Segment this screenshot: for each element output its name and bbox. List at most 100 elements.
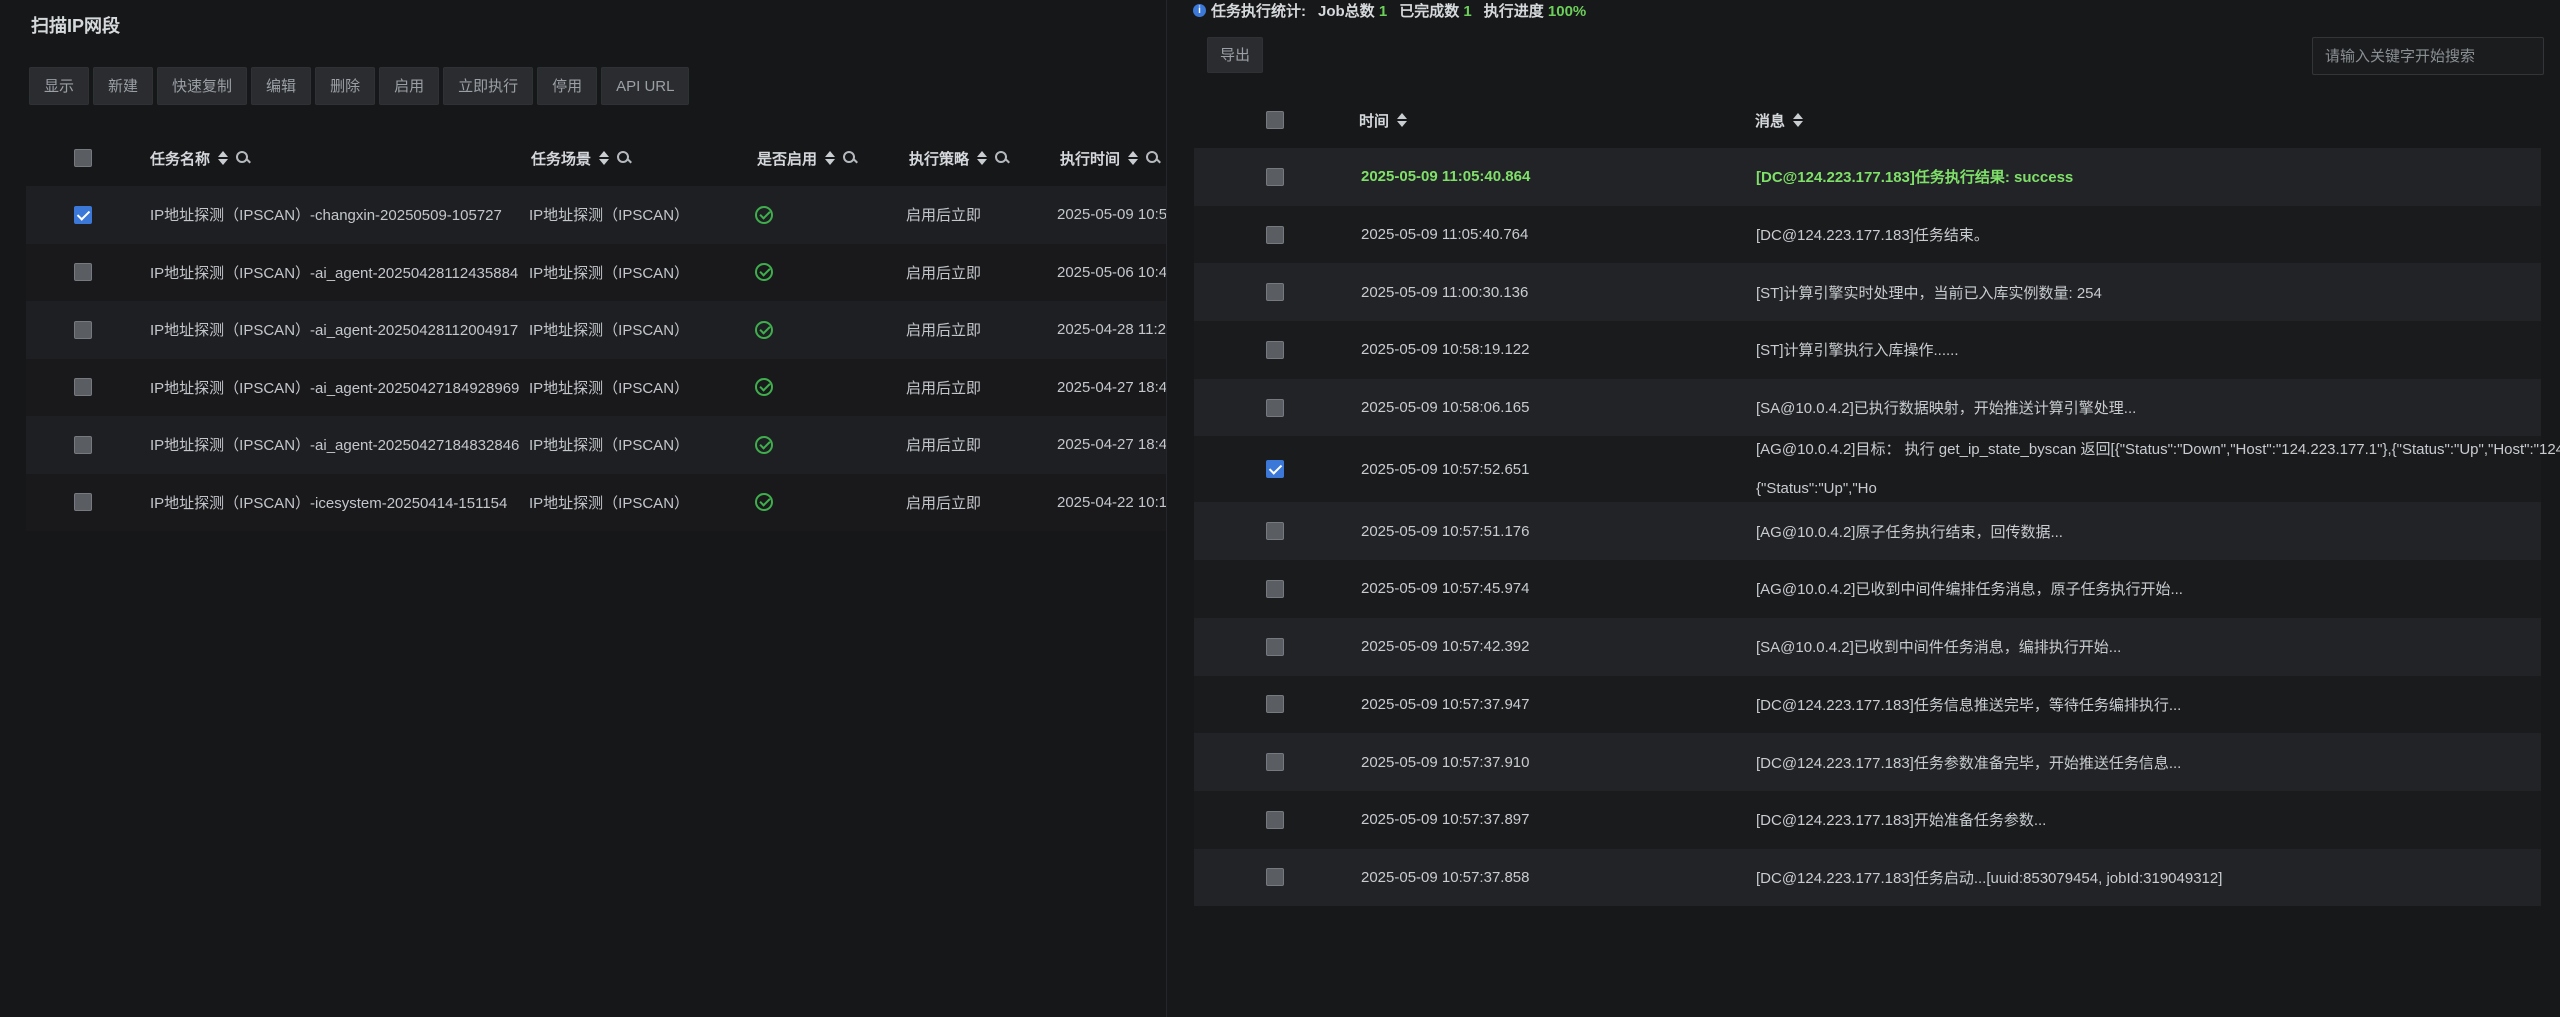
log-row[interactable]: 2025-05-09 10:58:19.122 [ST]计算引擎执行入库操作..… (1194, 321, 2541, 379)
select-all-checkbox[interactable] (1266, 111, 1284, 129)
row-checkbox[interactable] (1266, 398, 1284, 417)
sort-icon[interactable] (1128, 151, 1139, 165)
table-row[interactable]: IP地址探测（IPSCAN）-ai_agent-2025042718483284… (26, 416, 1166, 474)
log-message: [ST]计算引擎执行入库操作...... (1756, 342, 1959, 360)
row-checkbox[interactable] (1266, 340, 1284, 359)
task-strategy: 启用后立即 (906, 207, 982, 225)
task-name: IP地址探测（IPSCAN）-ai_agent-2025042811200491… (150, 322, 519, 340)
column-header-message[interactable]: 消息 (1755, 110, 1785, 131)
task-scene: IP地址探测（IPSCAN） (529, 322, 690, 340)
log-message: [ST]计算引擎实时处理中，当前已入库实例数量: 254 (1756, 284, 2102, 302)
search-icon[interactable] (236, 151, 250, 165)
sort-icon[interactable] (1793, 113, 1804, 127)
delete-button[interactable]: 删除 (315, 67, 376, 105)
job-total-label: Job总数 (1318, 2, 1375, 20)
log-time: 2025-05-09 11:05:40.864 (1361, 168, 1531, 186)
log-row[interactable]: 2025-05-09 10:57:37.897 [DC@124.223.177.… (1194, 790, 2541, 849)
new-button[interactable]: 新建 (93, 67, 154, 105)
log-row[interactable]: 2025-05-09 10:57:37.858 [DC@124.223.177.… (1194, 848, 2541, 907)
log-row[interactable]: 2025-05-09 11:05:40.764 [DC@124.223.177.… (1194, 205, 2541, 264)
row-checkbox[interactable] (1266, 283, 1284, 302)
column-header-name[interactable]: 任务名称 (150, 148, 210, 169)
select-all-checkbox[interactable] (74, 149, 92, 167)
log-message: [AG@10.0.4.2]已收到中间件编排任务消息，原子任务执行开始... (1756, 581, 2183, 599)
check-circle-icon (755, 205, 773, 224)
log-message: [SA@10.0.4.2]已执行数据映射，开始推送计算引擎处理... (1756, 400, 2137, 418)
check-circle-icon (755, 435, 773, 454)
column-header-time[interactable]: 执行时间 (1060, 148, 1120, 169)
show-button[interactable]: 显示 (29, 67, 90, 105)
log-row[interactable]: 2025-05-09 10:57:45.974 [AG@10.0.4.2]已收到… (1194, 560, 2541, 618)
search-input[interactable] (2312, 37, 2544, 75)
row-checkbox[interactable] (1266, 579, 1284, 598)
log-message: [DC@124.223.177.183]任务参数准备完毕，开始推送任务信息... (1756, 754, 2182, 772)
column-header-enabled[interactable]: 是否启用 (757, 148, 817, 169)
row-checkbox[interactable] (1266, 695, 1284, 714)
sort-icon[interactable] (1397, 113, 1408, 127)
row-checkbox[interactable] (1266, 522, 1284, 541)
row-checkbox[interactable] (1266, 460, 1284, 479)
log-time: 2025-05-09 10:57:42.392 (1361, 638, 1530, 656)
row-checkbox[interactable] (74, 435, 92, 454)
row-checkbox[interactable] (1266, 810, 1284, 829)
task-scene: IP地址探测（IPSCAN） (529, 437, 690, 455)
run-now-button[interactable]: 立即执行 (443, 67, 534, 105)
log-row[interactable]: 2025-05-09 11:05:40.864 [DC@124.223.177.… (1194, 148, 2541, 206)
row-checkbox[interactable] (1266, 637, 1284, 656)
search-icon[interactable] (617, 151, 631, 165)
row-checkbox[interactable] (74, 205, 92, 224)
log-row[interactable]: 2025-05-09 10:57:37.910 [DC@124.223.177.… (1194, 733, 2541, 791)
check-circle-icon (755, 263, 773, 282)
column-header-time[interactable]: 时间 (1359, 110, 1389, 131)
log-row[interactable]: 2025-05-09 11:00:30.136 [ST]计算引擎实时处理中，当前… (1194, 263, 2541, 322)
log-row[interactable]: 2025-05-09 10:57:37.947 [DC@124.223.177.… (1194, 675, 2541, 734)
sort-icon[interactable] (599, 151, 610, 165)
column-header-scene[interactable]: 任务场景 (531, 148, 591, 169)
api-url-button[interactable]: API URL (601, 67, 690, 105)
sort-icon[interactable] (825, 151, 836, 165)
row-checkbox[interactable] (1266, 753, 1284, 772)
sort-icon[interactable] (218, 151, 229, 165)
log-message: [DC@124.223.177.183]任务启动...[uuid:8530794… (1756, 869, 2223, 887)
log-time: 2025-05-09 11:00:30.136 (1361, 283, 1529, 301)
log-row[interactable]: 2025-05-09 10:57:52.651 [AG@10.0.4.2]目标：… (1194, 436, 2560, 503)
table-row[interactable]: IP地址探测（IPSCAN）-ai_agent-2025042811200491… (26, 301, 1166, 359)
row-checkbox[interactable] (1266, 225, 1284, 244)
log-row[interactable]: 2025-05-09 10:58:06.165 [SA@10.0.4.2]已执行… (1194, 378, 2541, 437)
enable-button[interactable]: 启用 (379, 67, 440, 105)
table-row[interactable]: IP地址探测（IPSCAN）-ai_agent-2025042811243588… (26, 243, 1166, 301)
log-message: [DC@124.223.177.183]开始准备任务参数... (1756, 812, 2047, 830)
row-checkbox[interactable] (1266, 167, 1284, 186)
task-scene: IP地址探测（IPSCAN） (529, 264, 690, 282)
log-message: [AG@10.0.4.2]目标： 执行 get_ip_state_byscan … (1756, 441, 2560, 498)
row-checkbox[interactable] (1266, 868, 1284, 887)
progress-value: 100% (1547, 2, 1587, 20)
row-checkbox[interactable] (74, 378, 92, 397)
search-icon[interactable] (843, 151, 857, 165)
page-title: 扫描IP网段 (31, 16, 121, 36)
table-row[interactable]: IP地址探测（IPSCAN）-changxin-20250509-105727 … (26, 186, 1166, 244)
toolbar: 显示 新建 快速复制 编辑 删除 启用 立即执行 停用 API URL (29, 67, 690, 105)
sort-icon[interactable] (977, 151, 988, 165)
column-header-strategy[interactable]: 执行策略 (909, 148, 969, 169)
log-message: [SA@10.0.4.2]已收到中间件任务消息，编排执行开始... (1756, 639, 2122, 657)
job-total-stat: Job总数 1 (1318, 0, 1387, 21)
search-icon[interactable] (1146, 151, 1160, 165)
row-checkbox[interactable] (74, 263, 92, 282)
log-row[interactable]: 2025-05-09 10:57:51.176 [AG@10.0.4.2]原子任… (1194, 502, 2541, 561)
table-row[interactable]: IP地址探测（IPSCAN）-ai_agent-2025042718492896… (26, 358, 1166, 416)
edit-button[interactable]: 编辑 (251, 67, 312, 105)
task-time: 2025-04-27 18:4 (1057, 378, 1166, 396)
row-checkbox[interactable] (74, 493, 92, 512)
search-icon[interactable] (995, 151, 1009, 165)
table-row[interactable]: IP地址探测（IPSCAN）-icesystem-20250414-151154… (26, 473, 1166, 531)
job-total-value: 1 (1378, 2, 1388, 20)
quick-copy-button[interactable]: 快速复制 (157, 67, 248, 105)
row-checkbox[interactable] (74, 320, 92, 339)
task-strategy: 启用后立即 (906, 379, 982, 397)
progress-stat: 执行进度 100% (1484, 0, 1587, 21)
log-row[interactable]: 2025-05-09 10:57:42.392 [SA@10.0.4.2]已收到… (1194, 617, 2541, 676)
log-message: [AG@10.0.4.2]原子任务执行结束，回传数据... (1756, 523, 2063, 541)
export-button[interactable]: 导出 (1207, 37, 1264, 73)
disable-button[interactable]: 停用 (537, 67, 598, 105)
